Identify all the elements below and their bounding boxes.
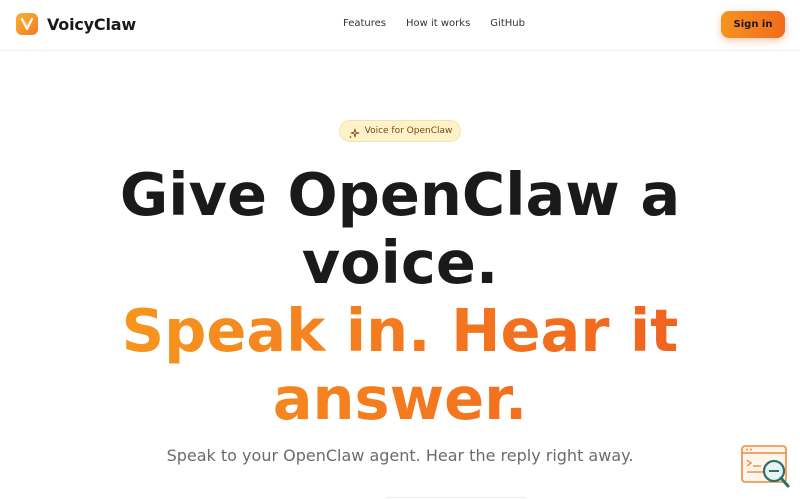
- voice-badge: Voice for OpenClaw: [339, 120, 461, 142]
- sparkles-icon: [348, 125, 360, 139]
- hero-line-2: voice.: [301, 228, 499, 297]
- landing-page: VoicyClaw Features How it works GitHub S…: [0, 0, 800, 500]
- v-logo-icon: [16, 13, 38, 35]
- hero-subtitle: Speak to your OpenClaw agent. Hear the r…: [166, 446, 634, 465]
- hero-line-4: answer.: [0, 365, 800, 433]
- hero-headline: Give OpenClaw a voice. Speak in. Hear it…: [0, 161, 800, 433]
- nav-link-how-it-works[interactable]: How it works: [406, 18, 470, 29]
- main-nav: Features How it works GitHub: [343, 18, 545, 29]
- sign-in-button[interactable]: Sign in: [721, 11, 785, 38]
- brand[interactable]: VoicyClaw: [16, 13, 136, 35]
- brand-name: VoicyClaw: [47, 14, 136, 34]
- badge-label: Voice for OpenClaw: [364, 126, 453, 136]
- nav-link-features[interactable]: Features: [343, 18, 386, 29]
- hero-line-3: Speak in. Hear it: [0, 297, 800, 365]
- top-nav-bar: VoicyClaw Features How it works GitHub S…: [0, 0, 800, 51]
- nav-link-github[interactable]: GitHub: [490, 18, 525, 29]
- hero-line-1: Give OpenClaw a: [119, 160, 681, 229]
- search-widget-icon[interactable]: [741, 444, 791, 490]
